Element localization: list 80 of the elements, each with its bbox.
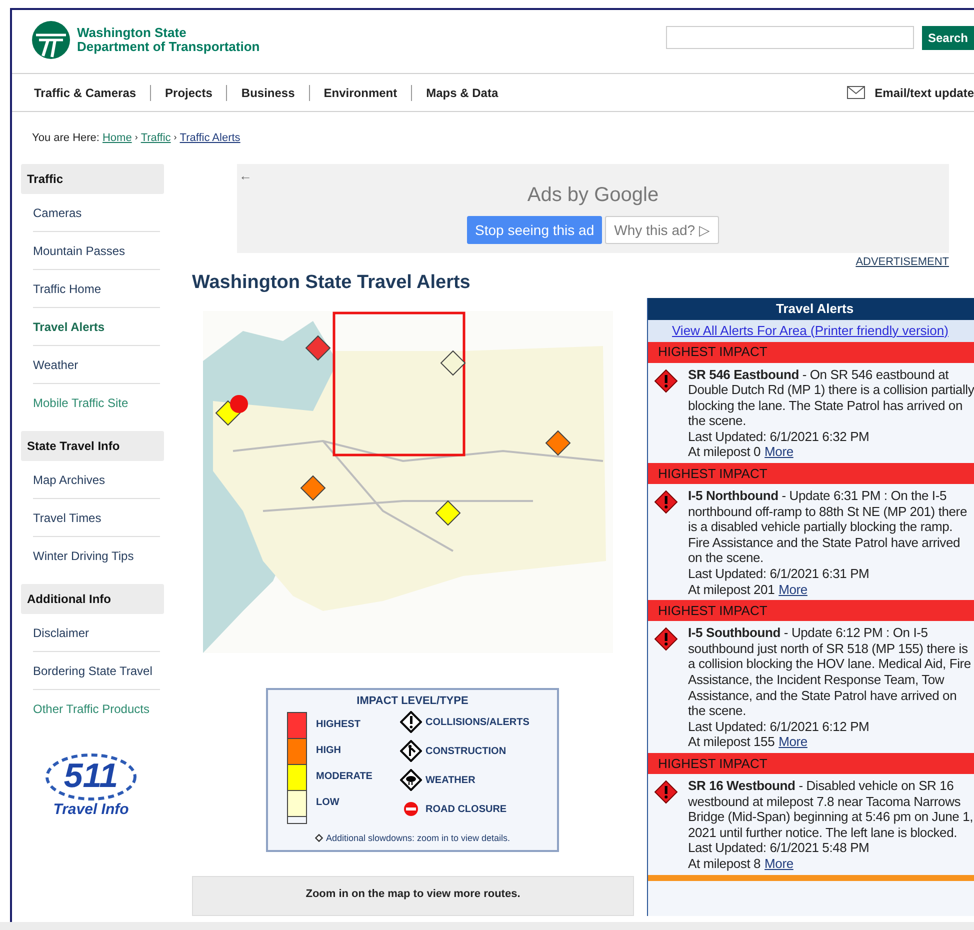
type-label: COLLISIONS/ALERTS [425,716,530,730]
last-updated-text: Last Updated: 6/1/2021 5:48 PM [688,840,870,856]
breadcrumb-link[interactable]: Traffic [140,130,171,146]
envelope-icon [846,86,865,99]
sidebar-link[interactable]: Mountain Passes [33,232,160,270]
breadcrumb-label: You are Here: [32,130,100,146]
search-field[interactable] [666,26,914,49]
panel-header: Travel Alerts [648,298,974,320]
breadcrumb-separator: › [174,131,177,144]
nav-link[interactable]: Maps & Data [426,84,498,102]
warning-sign-icon [654,780,678,804]
more-link[interactable]: More [764,444,794,460]
sidebar-link[interactable]: Other Traffic Products [33,690,160,728]
legend-note: Additional slowdowns: zoom in to view details. [326,832,510,844]
level-label: LOW [316,796,340,810]
sidebar-link[interactable]: Map Archives [33,461,160,499]
alert-description: I-5 Southbound - Update 6:12 PM : On I-5 southbound just north of SR 518 (MP 155) there is a collision blocking the HOV lane. Medical Aid, Fire Assistance, the Incident Response Team, Tow Assistance, and the State Patrol have arrived on the scene. [688,625,972,719]
cloud-sign-icon [400,769,422,791]
logo-number: 511 [64,759,118,793]
breadcrumb-link[interactable]: Traffic Alerts [180,130,240,146]
alert-description: SR 16 Westbound - Disabled vehicle on SR 16 westbound at milepost 7.8 near Tacoma Narrows Bridge (Mid-Span) beginning at 5:46 pm on June 1, 2021 until further notice. The left lane is blocked. [688,778,974,840]
milepost-text: At milepost 201 [688,582,775,598]
sidebar-link[interactable]: Traffic Home [33,270,160,308]
sidebar-heading: Traffic [21,164,164,194]
why-ad-button[interactable]: Why this ad? ▷ [605,216,719,244]
level-label: MODERATE [316,770,372,784]
advertisement-link[interactable]: ADVERTISEMENT [856,254,949,270]
info-text: Zoom in on the map to view more routes. [306,887,520,902]
sidebar-link[interactable]: Weather [33,346,160,384]
nav-link[interactable]: Projects [165,84,212,102]
more-link[interactable]: More [764,856,794,872]
sidebar-heading: State Travel Info [21,431,164,461]
logo-caption: Travel Info [53,802,129,817]
last-updated-text: Last Updated: 6/1/2021 6:12 PM [688,718,870,734]
warning-sign-icon [654,368,678,392]
impact-banner: HIGHEST IMPACT [648,342,974,362]
alert-description: SR 546 Eastbound - On SR 546 eastbound at Double Dutch Rd (MP 1) there is a collision partially blocking the lane. The State Patrol has arrived on the scene. [688,366,974,429]
milepost-text: At milepost 155 [688,734,775,750]
impact-banner: HIGHEST IMPACT [648,600,974,622]
warning-sign-icon [654,627,678,652]
back-arrow[interactable]: ← [239,166,252,186]
warning-sign-icon [400,711,422,733]
type-label: CONSTRUCTION [425,744,506,758]
page-title: Washington State Travel Alerts [192,270,472,294]
logo-title: Washington State [77,26,188,40]
sidebar-link[interactable]: Winter Driving Tips [33,537,160,575]
type-label: ROAD CLOSURE [425,802,507,816]
more-link[interactable]: More [778,582,808,598]
milepost-text: At milepost 8 [688,856,761,872]
level-label: HIGHEST [316,718,360,732]
sidebar-link[interactable]: Mobile Traffic Site [33,384,160,422]
sidebar-link[interactable]: Travel Alerts [33,308,160,346]
breadcrumb-separator: › [134,131,138,144]
breadcrumb-link[interactable]: Home [102,130,132,146]
search-button[interactable]: Search [922,26,974,50]
sidebar-heading: Additional Info [21,584,164,614]
sidebar-link[interactable]: Cameras [33,194,160,232]
sidebar-link[interactable]: Bordering State Travel [33,652,160,690]
alert-description: I-5 Northbound - Update 6:31 PM : On the I-5 northbound off-ramp to 88th St NE (MP 201) there is a disabled vehicle partially blocking the ramp. Fire Assistance and the State Patrol have arrived on the scene. [688,488,968,566]
last-updated-text: Last Updated: 6/1/2021 6:32 PM [688,428,870,444]
level-label: HIGH [316,744,341,758]
more-link[interactable]: More [778,734,808,750]
impact-banner: HIGHEST IMPACT [648,463,974,484]
last-updated-text: Last Updated: 6/1/2021 6:31 PM [688,566,870,582]
sidebar-link[interactable]: Disclaimer [33,614,160,652]
email-updates-link[interactable]: Email/text update [846,84,974,102]
diamond-icon [314,834,323,842]
logo-icon [31,20,71,60]
milepost-text: At milepost 0 [688,444,761,460]
warning-sign-icon [654,490,678,514]
logo-subtitle: Department of Transportation [77,40,260,54]
type-label: WEATHER [425,774,476,788]
impact-banner: HIGHEST IMPACT [648,752,974,774]
worker-sign-icon [400,740,422,762]
nav-link[interactable]: Business [241,84,295,102]
nav-link[interactable]: Traffic & Cameras [34,84,136,102]
sidebar-link[interactable]: Travel Times [33,499,160,537]
legend-title: IMPACT LEVEL/TYPE [356,694,468,709]
ad-title: Ads by Google [527,183,659,208]
nav-link[interactable]: Environment [324,84,398,102]
